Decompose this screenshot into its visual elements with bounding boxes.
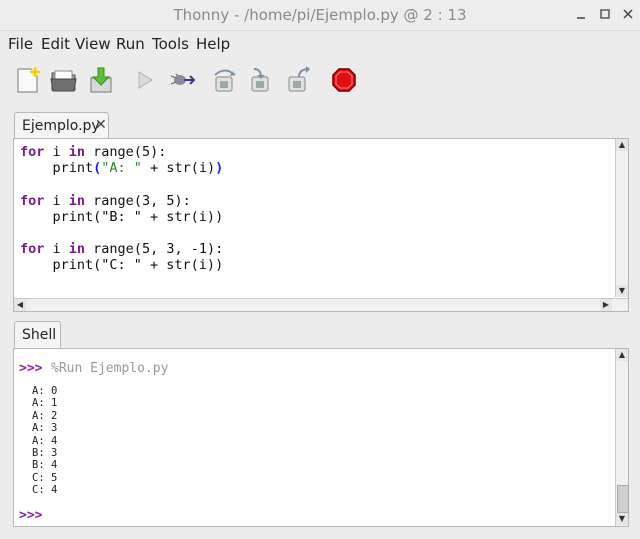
run-command: %Run Ejemplo.py [51, 361, 169, 376]
output-line: B: 4 [32, 459, 58, 472]
code-token: range(5, 3, -1): [85, 241, 224, 258]
code-line[interactable] [20, 225, 223, 241]
step-over-icon[interactable] [210, 65, 240, 95]
code-token: range(3, 5): [85, 192, 191, 209]
output-line: A: 0 [32, 385, 58, 397]
run-icon[interactable] [130, 65, 160, 95]
keyword-token: for [20, 241, 45, 258]
shell-output: A: 0 A: 1 A: 2 A: 3 A: 4 B: 3 B: 4 C: 5 C: 4 [32, 385, 57, 497]
maximize-icon[interactable] [596, 5, 614, 23]
menu-edit[interactable]: Edit [41, 35, 70, 53]
code-line[interactable]: print("B: " + str(i)) [20, 208, 224, 225]
scroll-left-icon[interactable]: ◀ [14, 299, 26, 311]
output-line: A: 3 [32, 422, 58, 435]
scroll-up-icon[interactable]: ▲ [616, 139, 628, 151]
code-token: i [44, 144, 69, 160]
code-editor[interactable]: for i in range(5): print("A: " + str(i))… [13, 138, 629, 312]
output-line: A: 1 [32, 397, 58, 410]
code-token: i [44, 192, 69, 209]
shell-prompt: >>> [19, 361, 43, 376]
title-bar: Thonny - /home/pi/Ejemplo.py @ 2 : 13 [0, 0, 640, 31]
code-line[interactable]: for i in range(3, 5): [20, 193, 223, 209]
code-token: print("B: " + str(i)) [20, 208, 224, 225]
menu-tools[interactable]: Tools [152, 35, 189, 53]
output-line: C: 4 [32, 484, 58, 497]
step-into-icon[interactable] [246, 65, 276, 95]
output-line: A: 4 [32, 434, 58, 447]
scroll-down-icon[interactable]: ▼ [616, 285, 628, 297]
scroll-down-icon[interactable]: ▼ [616, 513, 628, 525]
scroll-right-icon[interactable]: ▶ [600, 299, 612, 311]
code-line[interactable]: print("A: " + str(i)) [20, 160, 224, 177]
output-line: B: 3 [32, 447, 58, 460]
menu-file[interactable]: File [8, 35, 33, 53]
menu-run[interactable]: Run [116, 35, 145, 53]
keyword-token: in [68, 144, 86, 160]
keyword-token: in [68, 192, 86, 209]
code-token: "A: " [101, 160, 142, 177]
menu-bar: File Edit View Run Tools Help [0, 31, 640, 55]
shell-panel[interactable]: >>> %Run Ejemplo.py A: 0 A: 1 A: 2 A: 3 A: 4… [13, 348, 629, 527]
tab-ejemplo-py[interactable]: Ejemplo.py ✕ [14, 112, 109, 140]
code-token: ) [215, 160, 224, 177]
editor-vertical-scrollbar[interactable]: ▲ ▼ [615, 139, 628, 297]
shell-input-prompt[interactable]: >>> [19, 508, 42, 523]
tab-label: Shell [22, 327, 57, 343]
close-icon[interactable] [619, 5, 637, 23]
output-line: A: 2 [32, 409, 58, 422]
code-token: + str(i) [141, 160, 216, 177]
minimize-icon[interactable] [572, 5, 590, 23]
save-file-icon[interactable] [86, 65, 116, 95]
keyword-token: in [68, 241, 86, 258]
code-line[interactable] [20, 176, 223, 192]
code-token: print [20, 160, 94, 177]
code-text[interactable]: for i in range(5): print("A: " + str(i))… [20, 144, 223, 274]
tab-shell[interactable]: Shell [14, 321, 61, 349]
keyword-token: for [20, 144, 45, 160]
keyword-token: for [20, 192, 45, 209]
scroll-up-icon[interactable]: ▲ [616, 349, 628, 361]
menu-help[interactable]: Help [196, 35, 230, 53]
tab-close-icon[interactable]: ✕ [95, 117, 107, 133]
code-line[interactable]: for i in range(5): [20, 144, 223, 160]
open-file-icon[interactable] [49, 65, 79, 95]
scroll-thumb[interactable] [617, 485, 629, 513]
code-token: print("C: " + str(i)) [20, 257, 224, 274]
shell-vertical-scrollbar[interactable]: ▲ ▼ [615, 349, 629, 526]
debug-icon[interactable] [167, 65, 197, 95]
toolbar [0, 57, 640, 105]
menu-view[interactable]: View [75, 35, 111, 53]
window-title: Thonny - /home/pi/Ejemplo.py @ 2 : 13 [173, 6, 467, 24]
output-line: C: 5 [32, 471, 58, 484]
step-out-icon[interactable] [285, 65, 315, 95]
code-line[interactable]: print("C: " + str(i)) [20, 257, 224, 274]
code-line[interactable]: for i in range(5, 3, -1): [20, 241, 223, 257]
editor-horizontal-scrollbar[interactable]: ◀ ▶ [14, 298, 628, 311]
stop-icon[interactable] [329, 65, 359, 95]
new-file-icon[interactable] [13, 65, 43, 95]
code-token: range(5): [85, 144, 167, 160]
code-token: i [44, 241, 69, 258]
tab-label: Ejemplo.py [22, 118, 100, 134]
